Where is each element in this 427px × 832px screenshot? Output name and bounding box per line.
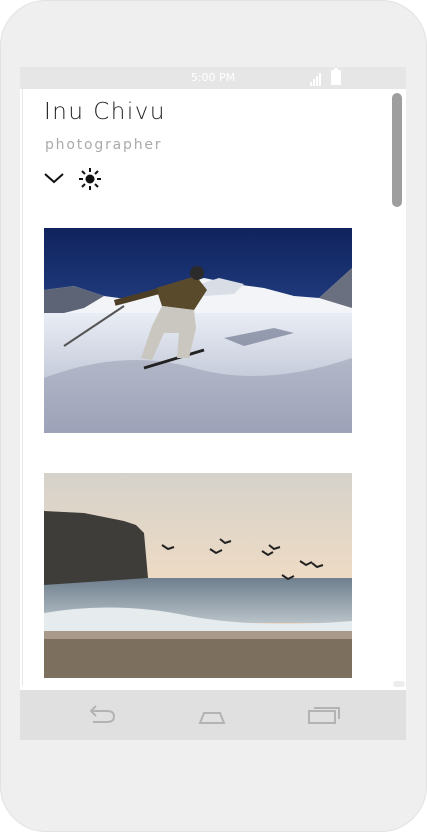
scrollbar-end (393, 681, 405, 687)
battery-icon (331, 68, 341, 85)
phone-frame: 5:00 PM Inu Chivu photographer (0, 0, 427, 832)
gallery-photo-beach[interactable] (44, 473, 352, 678)
gallery-photo-skier[interactable] (44, 228, 352, 433)
navigation-bar (20, 690, 406, 740)
signal-icon (310, 73, 321, 86)
recent-apps-icon (308, 707, 340, 724)
back-button[interactable] (83, 701, 119, 729)
home-button[interactable] (194, 701, 230, 729)
home-icon (198, 712, 226, 724)
sun-icon (79, 168, 101, 190)
expand-button[interactable] (43, 169, 65, 187)
profile-content: Inu Chivu photographer (22, 89, 406, 687)
beach-photo-image (44, 473, 352, 678)
status-bar: 5:00 PM (20, 67, 406, 89)
profile-name: Inu Chivu (44, 99, 166, 125)
skier-photo-image (44, 228, 352, 433)
chevron-down-icon (44, 173, 64, 184)
brightness-button[interactable] (78, 167, 102, 191)
back-icon (89, 705, 116, 723)
screen: 5:00 PM Inu Chivu photographer (20, 67, 406, 740)
profile-role: photographer (45, 137, 163, 153)
status-time: 5:00 PM (190, 71, 236, 84)
recent-apps-button[interactable] (306, 701, 342, 729)
scrollbar-thumb[interactable] (392, 93, 402, 207)
